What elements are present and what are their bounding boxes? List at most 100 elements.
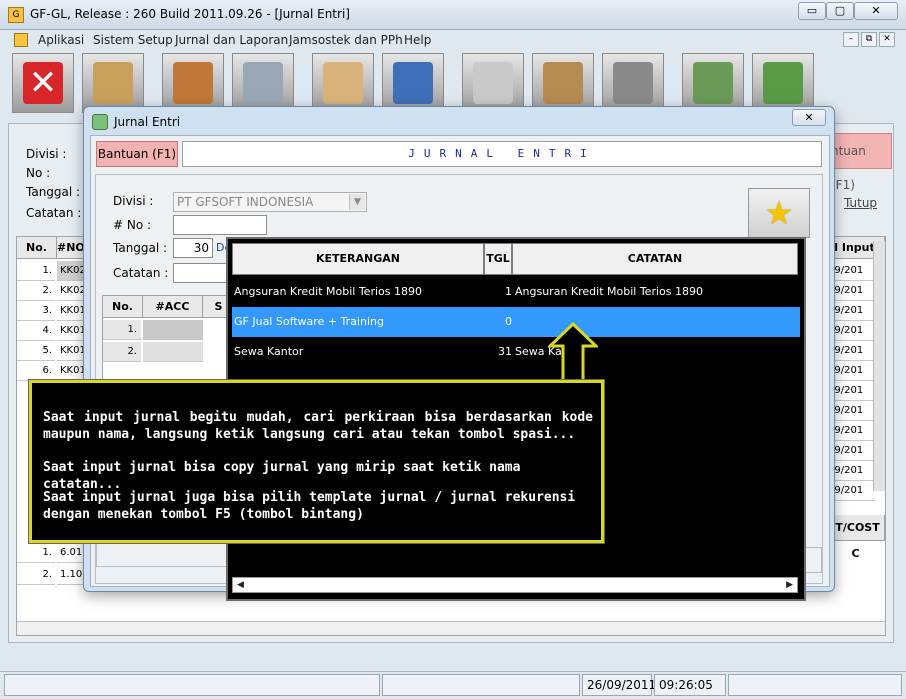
close-button[interactable]: ✕	[854, 2, 898, 20]
entry-grid-header-no: No.	[103, 296, 143, 318]
catatan-label: Catatan :	[113, 266, 169, 280]
bg-tanggal-label: Tanggal :	[26, 185, 81, 199]
menu-aplikasi[interactable]: Aplikasi	[38, 33, 84, 47]
documents-icon	[323, 62, 363, 104]
lookup-row[interactable]: Angsuran Kredit Mobil Terios 1890 1 Angs…	[232, 277, 800, 307]
money-icon	[763, 62, 803, 104]
bg-no-label: No :	[26, 166, 51, 180]
bg-row-no: 6.	[17, 361, 55, 381]
divisi-value: PT GFSOFT INDONESIA	[177, 195, 314, 209]
calendar-icon	[393, 62, 433, 104]
bg-row-no: 1.	[17, 261, 55, 281]
mdi-doc-icon	[14, 33, 28, 47]
window-title: GF-GL, Release : 260 Build 2011.09.26 - …	[30, 7, 350, 21]
users-button[interactable]	[682, 53, 744, 113]
users-icon	[693, 62, 733, 104]
lookup-row-catatan: Angsuran Kredit Mobil Terios 1890	[515, 285, 703, 298]
exit-icon: ✕	[23, 62, 63, 104]
lookup-row[interactable]: Sewa Kantor 31 Sewa Kantor	[232, 337, 800, 367]
dialog-title: Jurnal Entri	[114, 115, 181, 129]
lookup-row-keterangan: Angsuran Kredit Mobil Terios 1890	[234, 285, 422, 298]
tanggal-day-input[interactable]: 30	[173, 238, 213, 258]
jurnal-entri-header: JURNAL ENTRI	[182, 141, 822, 167]
lookup-header-tgl[interactable]: TGL	[484, 243, 512, 275]
lookup-header-keterangan[interactable]: KETERANGAN	[232, 243, 484, 275]
bg-bantuan-button[interactable]: ntuan (F1)	[826, 133, 892, 192]
entry-row-acc[interactable]	[143, 342, 203, 362]
feature-tip-box: Saat input jurnal begitu mudah, cari per…	[29, 380, 604, 543]
status-bar: 26/09/2011 09:26:05	[0, 671, 906, 699]
printer-button[interactable]	[602, 53, 664, 113]
scroll-right-icon[interactable]: ▶	[786, 580, 793, 590]
zip-icon	[93, 62, 133, 104]
menu-jurnal-laporan[interactable]: Jurnal dan Laporan	[175, 33, 288, 47]
status-cell-end	[728, 674, 902, 696]
app-icon: G	[8, 7, 24, 23]
entry-row-no: 1.	[103, 320, 141, 340]
status-time: 09:26:05	[654, 674, 726, 696]
lookup-row-keterangan: Sewa Kantor	[234, 345, 304, 358]
tanggal-label: Tanggal :	[113, 241, 168, 255]
bg-grid-header-no: No.	[17, 237, 57, 259]
menu-bar: Aplikasi Sistem Setup Jurnal dan Laporan…	[0, 30, 906, 50]
no-input[interactable]	[173, 215, 267, 235]
chevron-down-icon[interactable]: ▼	[349, 194, 365, 210]
lookup-row-tgl: 1	[505, 285, 512, 298]
money-button[interactable]	[752, 53, 814, 113]
lookup-hscroll[interactable]: ◀ ▶	[232, 577, 798, 593]
bg-grid-vscroll[interactable]	[873, 241, 885, 491]
entry-row-no: 2.	[103, 342, 141, 362]
menu-jamsostek-pph[interactable]: Jamsostek dan PPh	[289, 33, 403, 47]
bg-lower-row-no: 2.	[17, 565, 55, 585]
lookup-header-catatan[interactable]: CATATAN	[512, 243, 798, 275]
bg-catatan-label: Catatan :	[26, 206, 82, 220]
tip-line-3: Saat input jurnal juga bisa pilih templa…	[43, 490, 576, 522]
bg-grid-hscroll[interactable]	[17, 621, 885, 635]
catatan-input[interactable]	[173, 263, 233, 283]
bantuan-button[interactable]: Bantuan (F1)	[96, 141, 178, 167]
window-titlebar: G GF-GL, Release : 260 Build 2011.09.26 …	[0, 0, 906, 30]
minimize-button[interactable]: ▭	[798, 2, 826, 20]
lookup-row-tgl: 31	[498, 345, 512, 358]
maximize-button[interactable]: ▢	[826, 2, 854, 20]
entry-grid: No. #ACC S 1. 2.	[102, 295, 236, 381]
car-button[interactable]	[232, 53, 294, 113]
bg-row-no: 2.	[17, 281, 55, 301]
status-date: 26/09/2011	[582, 674, 656, 696]
mdi-restore-button[interactable]: ⧉	[861, 32, 877, 47]
calendar-button[interactable]	[382, 53, 444, 113]
bg-divisi-label: Divisi :	[26, 147, 67, 161]
entry-row-acc[interactable]	[143, 320, 203, 340]
card-index-button[interactable]	[162, 53, 224, 113]
menu-help[interactable]: Help	[404, 33, 431, 47]
clipboard-icon	[543, 62, 583, 104]
bg-lower-header: IT/COST C	[827, 515, 885, 560]
stamp-button[interactable]	[462, 53, 524, 113]
mdi-minimize-button[interactable]: –	[843, 32, 859, 47]
entry-grid-header-acc: #ACC	[143, 296, 203, 318]
divisi-select[interactable]: PT GFSOFT INDONESIA ▼	[173, 192, 367, 212]
divisi-label: Divisi :	[113, 194, 154, 208]
bg-lower-row-no: 1.	[17, 543, 55, 563]
dialog-close-button[interactable]: ✕	[792, 109, 826, 126]
exit-button[interactable]: ✕	[12, 53, 74, 113]
template-star-button[interactable]: ★	[748, 188, 810, 238]
tip-line-2: Saat input jurnal bisa copy jurnal yang …	[43, 460, 521, 492]
status-cell-main	[4, 674, 380, 696]
zip-button[interactable]	[82, 53, 144, 113]
callout-arrow-icon	[548, 322, 598, 384]
clipboard-button[interactable]	[532, 53, 594, 113]
bg-tutup-button[interactable]: Tutup	[844, 196, 877, 210]
lookup-row-tgl: 0	[505, 315, 512, 328]
card-index-icon	[173, 62, 213, 104]
status-cell-blank	[382, 674, 580, 696]
menu-sistem-setup[interactable]: Sistem Setup	[93, 33, 173, 47]
bg-row-no: 4.	[17, 321, 55, 341]
lookup-row-keterangan: GF Jual Software + Training	[234, 315, 384, 328]
scroll-left-icon[interactable]: ◀	[237, 580, 244, 590]
no-label: # No :	[113, 218, 152, 232]
documents-button[interactable]	[312, 53, 374, 113]
mdi-close-button[interactable]: ✕	[879, 32, 895, 47]
bg-row-no: 3.	[17, 301, 55, 321]
lookup-row-selected[interactable]: GF Jual Software + Training 0	[232, 307, 800, 337]
